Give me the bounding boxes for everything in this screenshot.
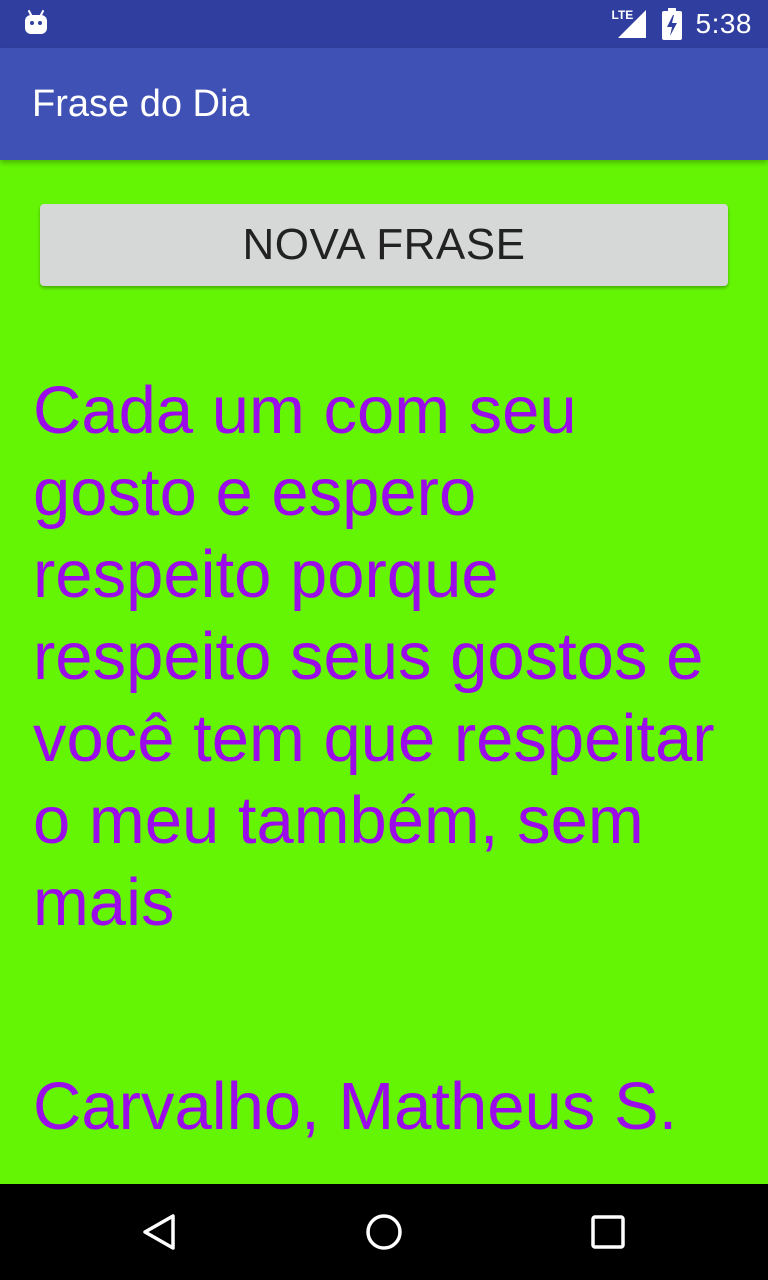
navigation-bar xyxy=(0,1184,768,1280)
phrase-text: Cada um com seu gosto e espero respeito … xyxy=(33,373,715,940)
battery-charging-icon xyxy=(661,8,682,40)
app-bar: Frase do Dia xyxy=(0,48,768,160)
status-bar: LTE 5:38 xyxy=(0,0,768,48)
network-label: LTE xyxy=(611,8,634,22)
status-icons: LTE 5:38 xyxy=(612,0,753,48)
back-icon[interactable] xyxy=(112,1184,208,1280)
android-notification-icon xyxy=(24,10,48,36)
signal-icon: LTE xyxy=(612,8,648,40)
page-title: Frase do Dia xyxy=(32,83,250,125)
status-time: 5:38 xyxy=(695,8,752,39)
home-icon[interactable] xyxy=(336,1184,432,1280)
new-phrase-button[interactable]: NOVA FRASE xyxy=(40,204,728,286)
main-content: NOVA FRASE Cada um com seu gosto e esper… xyxy=(0,160,768,1184)
author-text: Carvalho, Matheus S. xyxy=(33,1069,678,1144)
recents-icon[interactable] xyxy=(560,1184,656,1280)
